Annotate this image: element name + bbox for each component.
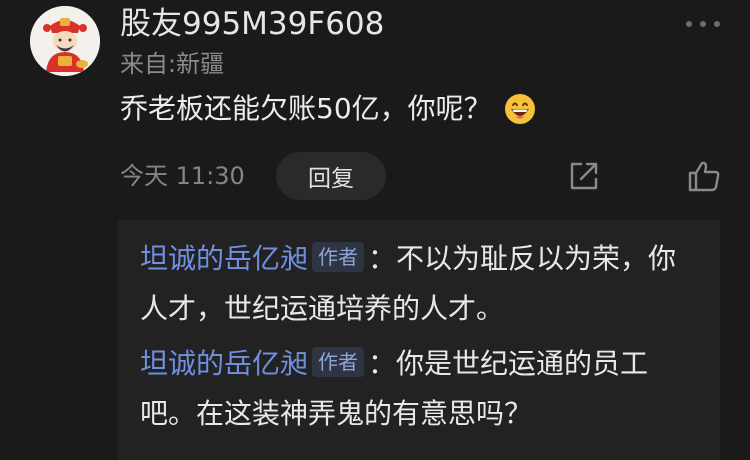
reply-item[interactable]: 坦诚的岳亿昶 作者 ：不以为耻反以为荣，你人才，世纪运通培养的人才。 — [140, 234, 700, 334]
reply-separator: ： — [368, 347, 397, 380]
reply-button[interactable]: 回复 — [276, 152, 386, 200]
thumbs-up-icon[interactable] — [686, 158, 722, 194]
comment-body: 乔老板还能欠账50亿，你呢？ — [120, 89, 536, 129]
comment-timestamp: 今天 11:30 — [120, 162, 245, 190]
replies-panel: 坦诚的岳亿昶 作者 ：不以为耻反以为荣，你人才，世纪运通培养的人才。 坦诚的岳亿昶作… — [118, 220, 720, 460]
avatar-caishen-image — [30, 6, 100, 76]
reply-author-link[interactable]: 坦诚的岳亿昶 — [140, 242, 308, 275]
more-dots-icon[interactable] — [686, 18, 720, 30]
comment-text: 乔老板还能欠账50亿，你呢？ — [120, 92, 492, 125]
reply-author-link[interactable]: 坦诚的岳亿昶 — [140, 347, 308, 380]
author-badge: 作者 — [312, 347, 365, 377]
avatar[interactable] — [30, 6, 100, 76]
grinning-face-emoji-icon — [504, 94, 535, 124]
reply-item[interactable]: 坦诚的岳亿昶 作者 ：你是世纪运通的员工吧。在这装神弄鬼的有意思吗？ — [140, 339, 700, 439]
username[interactable]: 股友995M39F608 — [120, 4, 384, 44]
location-label: 来自:新疆 — [120, 50, 225, 78]
author-badge: 作者 — [312, 242, 365, 272]
reply-separator: ： — [368, 242, 397, 275]
share-icon[interactable] — [566, 158, 602, 194]
